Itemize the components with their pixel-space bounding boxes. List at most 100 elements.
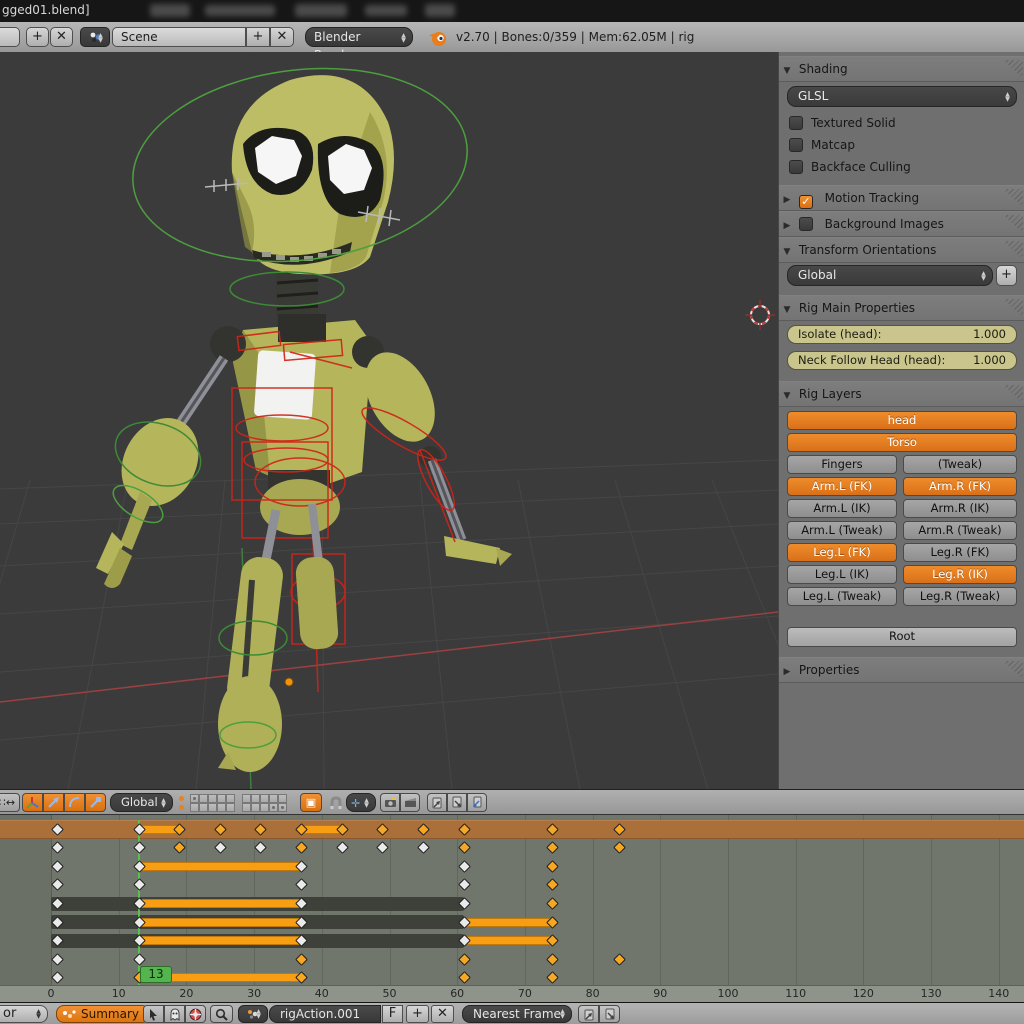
keyframe-bar[interactable]	[139, 862, 302, 871]
keyframe-diamond[interactable]	[546, 897, 559, 910]
current-frame-badge[interactable]: 13	[140, 966, 172, 983]
keyframe-diamond[interactable]	[336, 841, 349, 854]
keyframe-diamond[interactable]	[458, 841, 471, 854]
isolate-head-slider[interactable]: Isolate (head): 1.000	[787, 325, 1017, 344]
keyframe-bar[interactable]	[139, 899, 302, 908]
scene-browse-dropdown[interactable]: ▲▼	[80, 27, 110, 47]
layer-cell[interactable]	[269, 794, 278, 803]
layer-cell[interactable]	[226, 794, 235, 803]
screen-layout-field[interactable]	[0, 27, 20, 47]
keyframe-diamond[interactable]	[295, 841, 308, 854]
keyframe-diamond[interactable]	[51, 971, 64, 984]
fake-user-button[interactable]: F	[382, 1005, 403, 1023]
keyframe-diamond[interactable]	[458, 860, 471, 873]
keyframe-diamond[interactable]	[546, 971, 559, 984]
keyframe-diamond[interactable]	[295, 953, 308, 966]
transform-orientation-dropdown[interactable]: Global▲▼	[110, 793, 173, 812]
keyframe-diamond[interactable]	[214, 841, 227, 854]
layer-cell[interactable]	[242, 794, 251, 803]
checkbox[interactable]	[789, 138, 803, 152]
layer-cell[interactable]	[226, 803, 235, 812]
rig-layer-leg.l-ik-[interactable]: Leg.L (IK)	[787, 565, 897, 584]
add-screen-button[interactable]: +	[26, 27, 49, 47]
keyframe-diamond[interactable]	[51, 860, 64, 873]
layer-cell[interactable]	[208, 794, 217, 803]
layer-cell[interactable]	[260, 803, 269, 812]
keyframe-diamond[interactable]	[51, 953, 64, 966]
panel-header-properties[interactable]: ▶ Properties	[779, 657, 1024, 683]
keyframe-diamond[interactable]	[546, 860, 559, 873]
snap-mode-dropdown[interactable]: Nearest Frame▲▼	[462, 1005, 572, 1023]
layer-cell[interactable]	[199, 794, 208, 803]
render-engine-dropdown[interactable]: Blender Render▲▼	[305, 27, 413, 47]
keyframe-diamond[interactable]	[133, 953, 146, 966]
panel-header-shading[interactable]: ▼ Shading	[779, 56, 1024, 82]
keyframe-diamond[interactable]	[546, 879, 559, 892]
snap-magnet-icon[interactable]	[326, 793, 346, 812]
panel-drag-corner[interactable]	[1003, 189, 1023, 207]
layer-lock-dots[interactable]	[177, 795, 187, 811]
panel-drag-corner[interactable]	[1003, 241, 1023, 259]
rig-layer-leg.r-ik-[interactable]: Leg.R (IK)	[903, 565, 1017, 584]
layer-cell[interactable]	[208, 803, 217, 812]
layer-grid-right[interactable]	[242, 794, 287, 812]
panel-header-motion-tracking[interactable]: ▶ ✓ Motion Tracking	[779, 185, 1024, 211]
lifebuoy-filter-icon[interactable]	[185, 1005, 206, 1023]
layer-cell[interactable]	[251, 803, 260, 812]
layer-cell[interactable]	[278, 803, 287, 812]
keyframe-diamond[interactable]	[613, 953, 626, 966]
layer-cell[interactable]	[217, 803, 226, 812]
rig-layer-leg.l-fk-[interactable]: Leg.L (FK)	[787, 543, 897, 562]
scene-name-field[interactable]: Scene	[112, 27, 246, 47]
layer-cell[interactable]	[251, 794, 260, 803]
layer-cell[interactable]	[260, 794, 269, 803]
new-action-button[interactable]: +	[406, 1005, 429, 1023]
layer-cell[interactable]	[190, 794, 199, 803]
layer-grid-left[interactable]	[190, 794, 235, 812]
layer-cell[interactable]	[278, 794, 287, 803]
rotate-manipulator-button[interactable]	[64, 793, 85, 812]
motion-tracking-checkbox[interactable]: ✓	[799, 195, 813, 209]
translate-manipulator-button[interactable]	[43, 793, 64, 812]
rig-layer-root-button[interactable]: Root	[787, 627, 1017, 647]
action-browse-dropdown[interactable]: ▲▼	[238, 1005, 268, 1023]
keyframe-diamond[interactable]	[51, 841, 64, 854]
keyframe-bar[interactable]	[464, 918, 552, 927]
rig-layer-arm.l-ik-[interactable]: Arm.L (IK)	[787, 499, 897, 518]
keyframe-diamond[interactable]	[458, 971, 471, 984]
paste-pose-button[interactable]	[447, 793, 467, 812]
dope-sheet-timeline[interactable]: 13 0102030405060708090100110120130140	[0, 815, 1024, 1002]
keyframe-diamond[interactable]	[133, 841, 146, 854]
rig-layer-fingers[interactable]: Fingers	[787, 455, 897, 474]
keyframe-diamond[interactable]	[51, 879, 64, 892]
rig-layer-arm.r-fk-[interactable]: Arm.R (FK)	[903, 477, 1017, 496]
keyframe-bar[interactable]	[139, 936, 302, 945]
rig-layer-torso[interactable]: Torso	[787, 433, 1017, 452]
background-images-checkbox[interactable]	[799, 217, 813, 231]
action-name-field[interactable]: rigAction.001	[269, 1005, 381, 1023]
ghost-filter-icon[interactable]	[164, 1005, 185, 1023]
layer-cell[interactable]	[217, 794, 226, 803]
timeline-ruler[interactable]: 0102030405060708090100110120130140	[0, 985, 1024, 1002]
keyframe-diamond[interactable]	[546, 841, 559, 854]
render-animation-button[interactable]	[400, 793, 420, 812]
keyframe-diamond[interactable]	[255, 841, 268, 854]
keyframe-bar[interactable]	[139, 918, 302, 927]
panel-drag-corner[interactable]	[1003, 385, 1023, 403]
rig-layer--tweak-[interactable]: (Tweak)	[903, 455, 1017, 474]
rig-layer-arm.r-ik-[interactable]: Arm.R (IK)	[903, 499, 1017, 518]
scale-manipulator-button[interactable]	[85, 793, 106, 812]
manipulator-toggle-button[interactable]: ∷↔	[0, 793, 20, 812]
keyframe-diamond[interactable]	[173, 841, 186, 854]
paste-flipped-pose-button[interactable]	[467, 793, 487, 812]
paste-keyframes-button[interactable]	[599, 1005, 620, 1023]
neck-follow-head-slider[interactable]: Neck Follow Head (head): 1.000	[787, 351, 1017, 370]
lock-to-scene-button[interactable]: ▣	[300, 793, 322, 812]
editor-mode-dropdown[interactable]: or▲▼	[0, 1005, 48, 1023]
panel-header-rig-main[interactable]: ▼ Rig Main Properties	[779, 295, 1024, 321]
add-orientation-button[interactable]: +	[996, 265, 1017, 286]
rig-layer-leg.l-tweak-[interactable]: Leg.L (Tweak)	[787, 587, 897, 606]
shading-mode-dropdown[interactable]: GLSL▲▼	[787, 86, 1017, 107]
keyframe-diamond[interactable]	[546, 953, 559, 966]
panel-header-rig-layers[interactable]: ▼ Rig Layers	[779, 381, 1024, 407]
